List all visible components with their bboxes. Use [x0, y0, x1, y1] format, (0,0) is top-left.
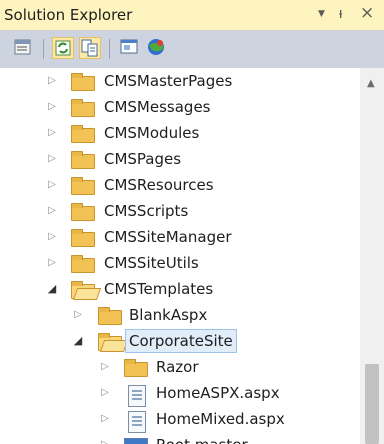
expand-arrow-icon[interactable]: ▷	[98, 380, 112, 406]
collapse-arrow-icon[interactable]: ◢	[71, 328, 85, 354]
expand-arrow-icon[interactable]: ▷	[98, 354, 112, 380]
expand-arrow-icon[interactable]: ▷	[71, 302, 85, 328]
pin-icon[interactable]: ᵼ	[339, 4, 342, 22]
expand-arrow-icon[interactable]: ▷	[98, 432, 112, 444]
toolbar	[0, 30, 384, 69]
browser-icon	[148, 39, 164, 55]
scroll-up-icon[interactable]: ▲	[367, 78, 375, 89]
view-designer-button[interactable]	[119, 37, 141, 59]
tree-item-label: CMSMessages	[104, 98, 211, 116]
close-icon[interactable]: ×	[360, 3, 374, 23]
tree-file-item[interactable]: ▷ HomeASPX.aspx	[0, 380, 360, 407]
expand-arrow-icon[interactable]: ▷	[45, 68, 59, 94]
refresh-icon	[55, 40, 71, 56]
tree-item-label: CMSModules	[104, 124, 200, 142]
refresh-button[interactable]	[52, 37, 74, 59]
expand-arrow-icon[interactable]: ▷	[45, 250, 59, 276]
properties-icon	[14, 39, 31, 55]
view-designer-icon	[120, 39, 138, 54]
expand-arrow-icon[interactable]: ▷	[45, 224, 59, 250]
collapse-arrow-icon[interactable]: ◢	[45, 276, 59, 302]
tree-folder-item[interactable]: ▷ CMSPages	[0, 146, 360, 172]
expand-arrow-icon[interactable]: ▷	[98, 406, 112, 432]
tree-item-label: Razor	[156, 358, 199, 376]
panel-title: Solution Explorer	[4, 6, 133, 24]
expand-arrow-icon[interactable]: ▷	[45, 172, 59, 198]
toolbar-separator	[43, 39, 44, 59]
tree-item-label: CMSMasterPages	[104, 72, 233, 90]
tree-item-label: HomeASPX.aspx	[156, 384, 280, 402]
properties-button[interactable]	[13, 37, 35, 59]
tree-item-label: Root.master	[156, 432, 248, 444]
tree-item-label: CMSResources	[104, 176, 214, 194]
tree-folder-item[interactable]: ▷ CMSModules	[0, 120, 360, 146]
expand-arrow-icon[interactable]: ▷	[45, 94, 59, 120]
view-in-browser-button[interactable]	[145, 37, 167, 59]
scroll-thumb[interactable]	[365, 364, 379, 444]
tree-folder-item[interactable]: ▷ CMSMasterPages	[0, 68, 360, 94]
tree-item-label: CMSTemplates	[104, 280, 214, 298]
tree-item-label: CMSPages	[104, 150, 182, 168]
dropdown-icon[interactable]: ▼	[318, 9, 325, 19]
tree-item-label: CMSSiteUtils	[104, 254, 199, 272]
expand-arrow-icon[interactable]: ▷	[45, 146, 59, 172]
tree-item-label: BlankAspx	[129, 306, 208, 324]
tree-folder-item[interactable]: ▷ BlankAspx	[0, 302, 360, 328]
tree-folder-item[interactable]: ▷ CMSScripts	[0, 198, 360, 224]
tree-item-label: HomeMixed.aspx	[156, 410, 285, 428]
tree-file-item[interactable]: ▷ HomeMixed.aspx	[0, 406, 360, 433]
tree-folder-item[interactable]: ▷ CMSSiteUtils	[0, 250, 360, 276]
tree-item-label: CMSSiteManager	[104, 228, 232, 246]
tree-folder-item[interactable]: ◢ CMSTemplates	[0, 276, 360, 302]
tree-folder-item[interactable]: ◢ CorporateSite	[0, 328, 360, 354]
tree-item-label: CorporateSite	[125, 329, 237, 353]
show-all-files-icon	[81, 39, 98, 57]
expand-arrow-icon[interactable]: ▷	[45, 120, 59, 146]
expand-arrow-icon[interactable]: ▷	[45, 198, 59, 224]
tree-file-item[interactable]: ▷ Root.master	[0, 432, 360, 444]
tree-folder-item[interactable]: ▷ CMSResources	[0, 172, 360, 198]
tree-folder-item[interactable]: ▷ CMSMessages	[0, 94, 360, 120]
tree-folder-item[interactable]: ▷ Razor	[0, 354, 360, 380]
show-all-files-button[interactable]	[79, 37, 101, 59]
tree-item-label: CMSScripts	[104, 202, 189, 220]
tree-folder-item[interactable]: ▷ CMSSiteManager	[0, 224, 360, 250]
vertical-scrollbar[interactable]: ▲	[360, 68, 384, 444]
solution-tree: ▷ CMSMasterPages ▷ CMSMessages ▷ CMSModules ▷ C…	[0, 68, 360, 444]
solution-explorer-title-bar: Solution Explorer ▼ ᵼ ×	[0, 0, 384, 30]
toolbar-separator	[109, 39, 110, 59]
